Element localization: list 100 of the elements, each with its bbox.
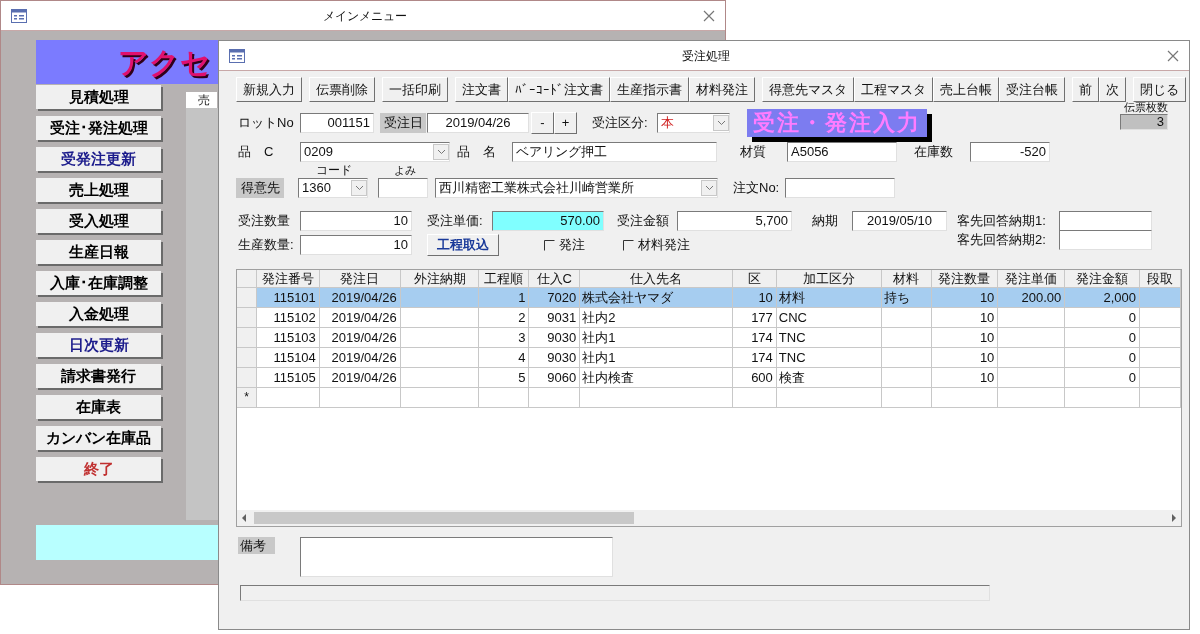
grid-row[interactable]: 115105 2019/04/26 5 9060 社内検査 600 検査 10 0 <box>237 368 1181 388</box>
column-header[interactable]: 区 <box>732 270 777 288</box>
close-icon[interactable] <box>703 9 715 22</box>
column-header[interactable]: 外注納期 <box>400 270 480 288</box>
text-field[interactable]: 10 <box>300 235 412 255</box>
date-field[interactable] <box>1059 211 1152 231</box>
grid-row[interactable]: 115102 2019/04/26 2 9031 社内2 177 CNC 10 0 <box>237 308 1181 328</box>
menu-button[interactable]: 受注･発注処理 <box>36 116 161 140</box>
menu-button[interactable]: 生産日報 <box>36 240 161 264</box>
caption-label: よみ <box>394 164 416 176</box>
toolbar-button[interactable]: 得意先マスタ <box>762 77 854 102</box>
menu-button[interactable]: 在庫表 <box>36 395 161 419</box>
toolbar-button[interactable]: 新規入力 <box>236 77 302 102</box>
field-label: 受注日 <box>380 113 426 133</box>
menu-button[interactable]: 見積処理 <box>36 85 161 109</box>
toolbar-button[interactable]: 次 <box>1099 77 1126 102</box>
form-icon <box>11 8 27 23</box>
field-label: 品 名 <box>457 143 497 161</box>
text-field[interactable]: -520 <box>970 142 1050 162</box>
column-header[interactable]: 仕入C <box>529 270 581 288</box>
item-code-combo[interactable]: 0209 <box>300 142 450 162</box>
table-cell <box>256 388 320 408</box>
date-step-button[interactable]: - <box>531 112 554 134</box>
field-label: 伝票枚数 <box>1124 100 1168 114</box>
text-field[interactable]: 2019/05/10 <box>852 211 947 231</box>
toolbar-button[interactable]: 工程マスタ <box>854 77 933 102</box>
menu-button[interactable]: カンバン在庫品 <box>36 426 161 450</box>
chevron-down-icon <box>354 185 364 191</box>
column-header[interactable]: 発注単価 <box>998 270 1066 288</box>
menu-button[interactable]: 終了 <box>36 457 161 481</box>
text-field[interactable]: 2019/04/26 <box>427 113 529 133</box>
toolbar-button[interactable]: 売上台帳 <box>933 77 999 102</box>
checkbox[interactable]: 材料発注 <box>623 235 690 255</box>
new-row-marker: * <box>237 388 257 408</box>
menu-button[interactable]: 請求書発行 <box>36 364 161 388</box>
table-cell <box>881 388 932 408</box>
toolbar-button[interactable]: 閉じる <box>1133 77 1186 102</box>
import-process-button[interactable]: 工程取込 <box>427 234 499 256</box>
grid-row[interactable]: 115103 2019/04/26 3 9030 社内1 174 TNC 10 0 <box>237 328 1181 348</box>
order-type-combo[interactable]: 本 <box>657 113 730 133</box>
field-label: 生産数量: <box>237 236 295 254</box>
toolbar-button[interactable]: 注文書 <box>455 77 508 102</box>
table-cell <box>479 388 530 408</box>
toolbar-button[interactable]: 前 <box>1072 77 1099 102</box>
text-field[interactable]: 570.00 <box>492 211 604 231</box>
grid-row[interactable]: 115101 2019/04/26 1 7020 株式会社ヤマダ 10 材料 持ち 10 200.00 2,000 <box>237 288 1181 308</box>
order-number-field[interactable] <box>785 178 895 198</box>
close-icon[interactable] <box>1167 49 1179 62</box>
tab[interactable]: 売 <box>186 92 217 108</box>
menu-button[interactable]: 売上処理 <box>36 178 161 202</box>
toolbar-button[interactable]: 材料発注 <box>689 77 755 102</box>
toolbar-button[interactable]: 一括印刷 <box>382 77 448 102</box>
chevron-down-icon <box>436 149 446 155</box>
menu-button[interactable]: 受発注更新 <box>36 147 161 171</box>
field-label: 受注数量 <box>237 212 291 230</box>
chevron-down-icon <box>704 185 714 191</box>
table-cell: 2019/04/26 <box>319 368 401 388</box>
toolbar-button[interactable]: 伝票削除 <box>309 77 375 102</box>
column-header[interactable]: 発注番号 <box>256 270 320 288</box>
table-cell: 検査 <box>776 368 882 388</box>
toolbar-button[interactable]: 生産指示書 <box>610 77 689 102</box>
toolbar-button[interactable]: ﾊﾞｰｺｰﾄﾞ注文書 <box>508 77 610 102</box>
grid-row[interactable]: 115104 2019/04/26 4 9030 社内1 174 TNC 10 0 <box>237 348 1181 368</box>
column-header[interactable]: 発注金額 <box>1065 270 1141 288</box>
date-field[interactable] <box>1059 230 1152 250</box>
column-header[interactable]: 材料 <box>881 270 932 288</box>
window-title: メインメニュー <box>322 7 408 25</box>
reading-field[interactable] <box>378 178 428 198</box>
table-cell: 115105 <box>256 368 320 388</box>
text-field[interactable]: 001151 <box>300 113 374 133</box>
column-header[interactable]: 段取 <box>1140 270 1181 288</box>
column-header[interactable]: 発注日 <box>319 270 401 288</box>
field-label: ロットNo <box>237 114 295 132</box>
menu-button[interactable]: 入金処理 <box>36 302 161 326</box>
field-label: 納期 <box>812 212 839 230</box>
table-cell: 10 <box>931 368 999 388</box>
column-header[interactable]: 工程順 <box>479 270 530 288</box>
text-field[interactable]: 10 <box>300 211 412 231</box>
field-label: 客先回答納期1: <box>957 212 1047 230</box>
table-cell: 600 <box>732 368 777 388</box>
remarks-field[interactable] <box>300 537 613 577</box>
horizontal-scrollbar[interactable] <box>237 510 1181 526</box>
table-cell <box>881 368 932 388</box>
table-cell <box>931 388 999 408</box>
toolbar-button[interactable]: 受注台帳 <box>999 77 1065 102</box>
date-step-button[interactable]: + <box>554 112 577 134</box>
column-header[interactable]: 仕入先名 <box>580 270 733 288</box>
menu-button[interactable]: 入庫･在庫調整 <box>36 271 161 295</box>
text-field[interactable]: ベアリング押工 <box>512 142 717 162</box>
customer-code-combo[interactable]: 1360 <box>298 178 368 198</box>
menu-button[interactable]: 受入処理 <box>36 209 161 233</box>
checkbox[interactable]: 発注 <box>544 235 585 255</box>
text-field[interactable]: A5056 <box>787 142 897 162</box>
customer-name-combo[interactable]: 西川精密工業株式会社川崎営業所 <box>435 178 718 198</box>
column-header[interactable]: 発注数量 <box>931 270 999 288</box>
column-header[interactable]: 加工区分 <box>776 270 882 288</box>
table-cell <box>529 388 581 408</box>
menu-button[interactable]: 日次更新 <box>36 333 161 357</box>
form-icon <box>229 48 245 63</box>
text-field[interactable]: 5,700 <box>677 211 792 231</box>
